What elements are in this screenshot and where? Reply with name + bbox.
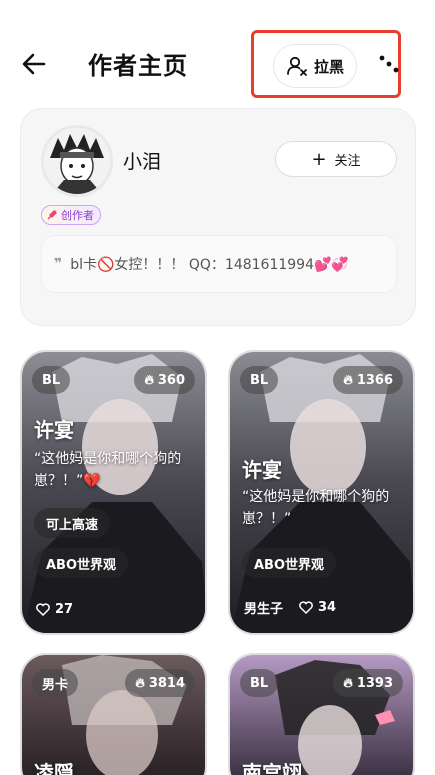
story-card[interactable]: BL 🔥︎ 1366 许宴 “这他妈是你和哪个狗的崽？！” ABO世界观 男生子…	[228, 350, 415, 635]
card-category-tag: 男卡	[32, 669, 79, 697]
card-quote: “这他妈是你和哪个狗的崽？！”	[242, 489, 390, 527]
back-arrow-icon[interactable]	[20, 50, 48, 78]
card-heat-badge: 🔥︎ 3814	[125, 669, 195, 697]
creator-badge-label: 创作者	[61, 209, 94, 222]
card-chip: 可上高速	[34, 508, 111, 538]
card-category-tag: BL	[32, 366, 71, 394]
flame-icon: 🔥︎	[343, 372, 353, 388]
card-heat-badge: 🔥︎ 360	[134, 366, 195, 394]
card-likes-count: 34	[318, 600, 337, 615]
card-category-tag: BL	[240, 669, 279, 697]
block-button[interactable]: 拉黑	[273, 44, 357, 88]
card-quote: “这他妈是你和哪个狗的崽？！”💔	[34, 451, 182, 489]
bio-box: ❞ bl卡🚫女控！！！ QQ：1481611994💕💞	[41, 235, 397, 293]
block-button-label: 拉黑	[313, 57, 344, 76]
story-card[interactable]: BL 🔥︎ 360 许宴 “这他妈是你和哪个狗的崽？！”💔 可上高速 ABO世界…	[20, 350, 207, 635]
card-heat-badge: 🔥︎ 1366	[333, 366, 403, 394]
card-likes: 27	[36, 602, 73, 617]
heart-icon	[299, 601, 313, 614]
card-character-name: 南宫翊	[242, 761, 302, 775]
card-heat-value: 1393	[356, 675, 393, 691]
card-chip: ABO世界观	[242, 548, 337, 578]
quote-icon: ❞	[54, 256, 63, 272]
username: 小泪	[123, 151, 162, 173]
card-character-name: 许宴	[34, 418, 74, 442]
card-likes-count: 27	[55, 602, 74, 617]
flame-icon: 🔥︎	[144, 372, 154, 388]
card-chip: ABO世界观	[34, 548, 129, 578]
avatar[interactable]	[41, 125, 113, 197]
follow-button[interactable]: + 关注	[275, 141, 397, 177]
follow-button-label: 关注	[334, 153, 361, 169]
card-footer: 27	[36, 602, 73, 617]
plus-icon: +	[311, 148, 327, 170]
card-heat-value: 1366	[356, 372, 393, 388]
quill-icon	[47, 210, 57, 220]
card-heat-value: 3814	[148, 675, 185, 691]
avatar-image	[44, 128, 110, 194]
flame-icon: 🔥︎	[343, 675, 353, 691]
more-dots-icon[interactable]	[376, 52, 400, 76]
card-heat-badge: 🔥︎ 1393	[333, 669, 403, 697]
card-likes: 34	[299, 600, 336, 615]
card-character-name: 凌隠	[34, 761, 74, 775]
profile-card: 小泪 创作者 + 关注 ❞ bl卡🚫女控！！！ QQ：1481611994💕💞	[20, 108, 416, 326]
card-cover-image	[22, 352, 205, 633]
flame-icon: 🔥︎	[135, 675, 145, 691]
creator-badge: 创作者	[41, 205, 101, 225]
story-card[interactable]: 男卡 🔥︎ 3814 凌隠	[20, 653, 207, 775]
block-user-icon	[287, 56, 307, 76]
card-character-name: 许宴	[242, 458, 282, 482]
page-title: 作者主页	[88, 52, 188, 80]
bio-text: bl卡🚫女控！！！ QQ：1481611994💕💞	[70, 257, 349, 273]
card-category-tag: BL	[240, 366, 279, 394]
card-footer-tag: 男生子	[244, 602, 284, 617]
card-footer: 男生子 34	[244, 598, 336, 617]
top-bar: 作者主页 拉黑	[0, 0, 435, 120]
story-card[interactable]: BL 🔥︎ 1393 南宫翊	[228, 653, 415, 775]
heart-icon	[36, 603, 50, 616]
card-heat-value: 360	[157, 372, 185, 388]
